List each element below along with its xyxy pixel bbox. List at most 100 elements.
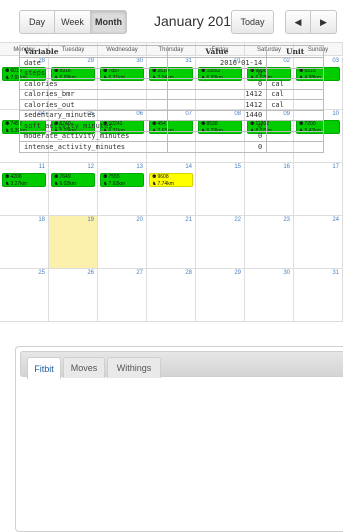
cell-unit: cal xyxy=(266,88,324,100)
day-cell[interactable]: 23 xyxy=(245,216,294,268)
day-cell[interactable]: 25 xyxy=(0,269,49,321)
activity-event[interactable]: ⚉ 7649 ♞ 6.02km xyxy=(51,173,95,187)
cell-variable: intense_activity_minutes xyxy=(19,141,168,153)
walker-icon: ♞ xyxy=(5,180,10,187)
week-view-button[interactable]: Week xyxy=(55,10,91,34)
day-number[interactable]: 30 xyxy=(283,270,290,276)
cell-unit xyxy=(266,120,324,132)
cell-value: 0 xyxy=(166,120,268,132)
day-number[interactable]: 21 xyxy=(185,217,192,223)
cell-value: 0 xyxy=(166,67,268,79)
cell-value: 0 xyxy=(166,78,268,90)
column-header-value: Value xyxy=(166,45,268,58)
tab-moves[interactable]: Moves xyxy=(63,357,105,378)
cell-unit xyxy=(266,141,324,153)
chevron-left-icon: ◀ xyxy=(294,16,302,27)
cell-unit xyxy=(266,109,324,121)
day-cell[interactable]: 18 xyxy=(0,216,49,268)
event-distance: ♞ 7.92km xyxy=(103,181,141,187)
day-cell[interactable]: 16 xyxy=(245,163,294,215)
day-number[interactable]: 23 xyxy=(283,217,290,223)
day-number[interactable]: 12 xyxy=(87,164,94,170)
day-cell[interactable]: 14 xyxy=(147,163,196,215)
month-view-button[interactable]: Month xyxy=(91,10,127,34)
chevron-right-icon: ▶ xyxy=(320,16,327,27)
day-cell[interactable]: 12 xyxy=(49,163,98,215)
walker-icon: ♞ xyxy=(5,74,10,81)
table-row: sedentary_minutes 1440 xyxy=(19,109,324,121)
day-cell[interactable]: 17 xyxy=(294,163,343,215)
day-cell[interactable]: 28 xyxy=(147,269,196,321)
walker-icon: ♞ xyxy=(5,127,10,134)
table-row: calories_out 1412 cal xyxy=(19,99,324,111)
day-number[interactable]: 29 xyxy=(234,270,241,276)
day-cell[interactable]: 13 xyxy=(98,163,147,215)
day-cell-today[interactable]: 19 xyxy=(49,216,98,268)
day-cell[interactable]: 27 xyxy=(98,269,147,321)
cell-unit: cal xyxy=(266,78,324,90)
day-cell[interactable]: 31 xyxy=(294,269,343,321)
event-distance: ♞ 6.02km xyxy=(54,180,92,187)
day-number[interactable]: 13 xyxy=(136,164,143,170)
cell-variable: calories_out xyxy=(19,99,168,111)
day-number[interactable]: 26 xyxy=(87,270,94,276)
table-header-row: Variable Value Unit xyxy=(19,45,324,58)
today-button[interactable]: Today xyxy=(231,10,274,34)
table-row: date 2016-01-14 xyxy=(19,57,324,69)
tab-fitbit[interactable]: Fitbit xyxy=(27,357,61,379)
day-number[interactable]: 20 xyxy=(136,217,143,223)
day-number[interactable]: 14 xyxy=(185,164,192,170)
day-number[interactable]: 28 xyxy=(185,270,192,276)
table-row: steps 0 xyxy=(19,67,324,79)
cell-variable: calories_bmr xyxy=(19,88,168,100)
day-cell[interactable]: 22 xyxy=(196,216,245,268)
cell-value: 2016-01-14 xyxy=(166,57,268,69)
prev-month-button[interactable]: ◀ xyxy=(285,10,311,34)
calendar-title: January 2016 xyxy=(154,13,239,29)
day-number[interactable]: 19 xyxy=(87,217,94,223)
event-distance: ♞ 7.74km xyxy=(152,180,190,187)
day-number[interactable]: 24 xyxy=(332,217,339,223)
day-number[interactable]: 22 xyxy=(234,217,241,223)
cell-variable: date xyxy=(19,57,168,69)
day-cell[interactable]: 26 xyxy=(49,269,98,321)
day-view-button[interactable]: Day xyxy=(19,10,55,34)
tab-withings[interactable]: Withings xyxy=(107,357,161,378)
day-cell[interactable]: 29 xyxy=(196,269,245,321)
day-number[interactable]: 11 xyxy=(39,164,45,170)
event-distance-value: 3.27km xyxy=(10,180,27,187)
day-cell[interactable]: 20 xyxy=(98,216,147,268)
walker-icon: ♞ xyxy=(54,180,59,187)
day-number[interactable]: 15 xyxy=(234,164,241,170)
day-number[interactable]: 31 xyxy=(332,270,339,276)
column-header-variable: Variable xyxy=(19,45,168,58)
activity-event[interactable]: ⚉ 4206 ♞ 3.27km xyxy=(2,173,46,187)
activity-event[interactable]: ⚉ 7555 ♞ 7.92km xyxy=(100,173,144,187)
activity-event[interactable]: ⚉ 9608 ♞ 7.74km xyxy=(149,173,193,187)
calendar-toolbar: Day Week Month January 2016 Today ◀ ▶ xyxy=(0,10,343,36)
day-cell[interactable]: 15 xyxy=(196,163,245,215)
cell-variable: soft_activity_minutes xyxy=(19,120,168,132)
day-number[interactable]: 10 xyxy=(332,111,339,117)
day-number[interactable]: 17 xyxy=(332,164,339,170)
walker-icon: ♞ xyxy=(152,180,157,187)
cell-value: 1412 xyxy=(166,99,268,111)
cell-value: 0 xyxy=(166,130,268,142)
day-number[interactable]: 25 xyxy=(38,270,45,276)
day-number[interactable]: 03 xyxy=(332,58,339,64)
data-panel: Fitbit Moves Withings xyxy=(15,346,343,532)
cell-unit xyxy=(266,57,324,69)
cell-unit xyxy=(266,67,324,79)
next-month-button[interactable]: ▶ xyxy=(311,10,337,34)
cell-variable: calories xyxy=(19,78,168,90)
day-cell[interactable]: 24 xyxy=(294,216,343,268)
day-cell[interactable]: 30 xyxy=(245,269,294,321)
day-cell[interactable]: 21 xyxy=(147,216,196,268)
calendar-week: 18 19 20 21 22 23 24 xyxy=(0,216,343,269)
cell-variable: moderate_activity_minutes xyxy=(19,130,168,142)
day-number[interactable]: 27 xyxy=(136,270,143,276)
day-number[interactable]: 16 xyxy=(283,164,290,170)
day-cell[interactable]: 11 xyxy=(0,163,49,215)
calendar-week: 11 12 13 14 15 16 17 ⚉ 4206 ♞ 3.27km ⚉ 7649 ♞ 6.02km ⚉ 7… xyxy=(0,163,343,216)
day-number[interactable]: 18 xyxy=(38,217,45,223)
